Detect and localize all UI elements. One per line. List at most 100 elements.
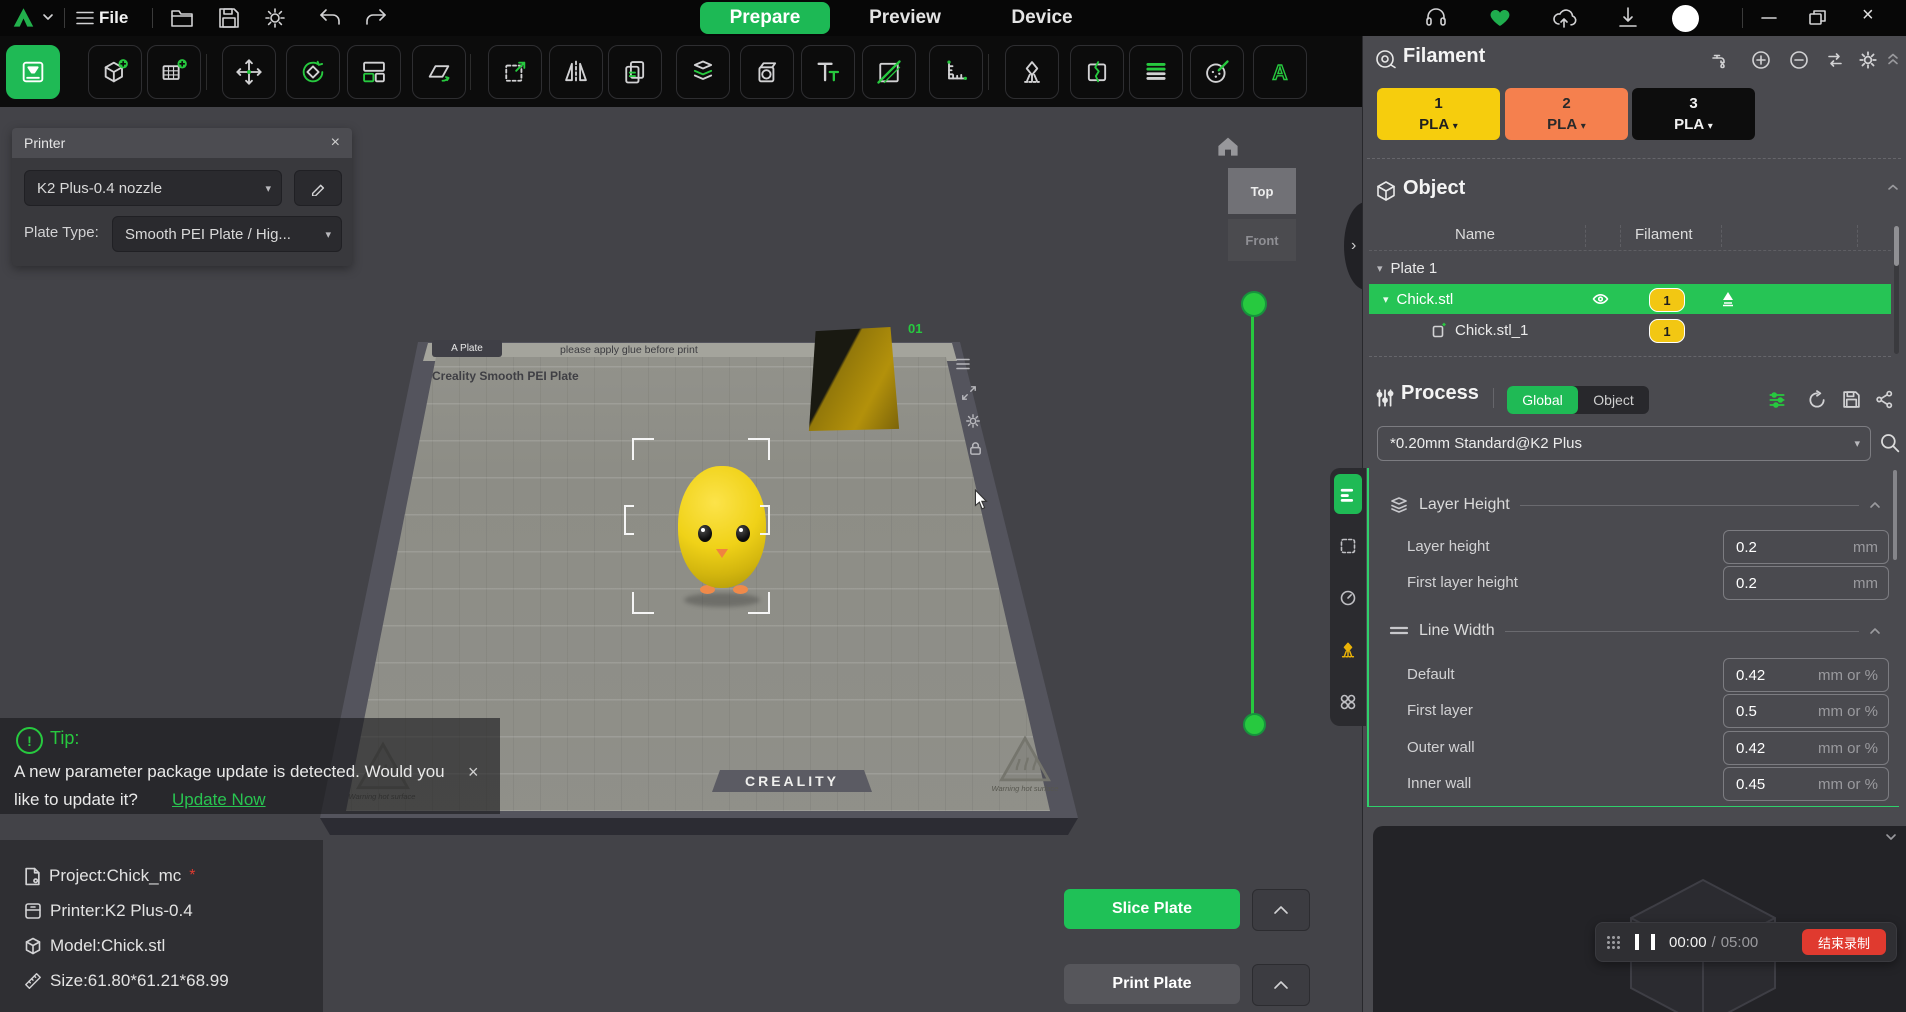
remove-filament-icon[interactable] xyxy=(1789,50,1809,70)
build-plate-tool-icon[interactable] xyxy=(6,45,60,99)
print-plate-button[interactable]: Print Plate xyxy=(1064,964,1240,1004)
tip-close-icon[interactable]: × xyxy=(468,762,479,783)
filament-settings-gear-icon[interactable] xyxy=(1858,50,1878,70)
param-input-first-layer-height[interactable]: 0.2 mm xyxy=(1723,566,1889,600)
object-row-selected[interactable]: ▾ Chick.stl 1 xyxy=(1369,284,1891,314)
plate-settings-gear-icon[interactable] xyxy=(965,413,981,429)
cut-tool-icon[interactable] xyxy=(1070,45,1124,99)
tree-expand-icon[interactable]: ▾ xyxy=(1383,293,1389,306)
filament-collapse-icon[interactable] xyxy=(1887,52,1899,66)
view-cube-front[interactable]: Front xyxy=(1228,219,1296,261)
minimize-button[interactable] xyxy=(1758,8,1780,28)
chick-model[interactable] xyxy=(678,466,766,588)
param-input-first-layer-width[interactable]: 0.5 mm or % xyxy=(1723,694,1889,728)
prime-tower[interactable] xyxy=(806,327,902,431)
lay-on-face-icon[interactable] xyxy=(412,45,466,99)
open-folder-icon[interactable] xyxy=(170,7,194,29)
group-layer-height[interactable]: Layer Height xyxy=(1389,496,1881,514)
group-line-width[interactable]: Line Width xyxy=(1389,622,1881,640)
swap-filament-icon[interactable] xyxy=(1825,50,1845,70)
drill-hole-icon[interactable] xyxy=(740,45,794,99)
scope-object-tab[interactable]: Object xyxy=(1578,386,1649,414)
add-plate-icon[interactable] xyxy=(147,45,201,99)
tree-expand-icon[interactable]: ▾ xyxy=(1377,262,1383,275)
3d-viewport[interactable]: A Plate please apply glue before print C… xyxy=(0,107,1362,1012)
filament-slot-3[interactable]: 3 PLA ▾ xyxy=(1632,88,1755,140)
plate-menu-icon[interactable] xyxy=(955,357,971,371)
color-paint-icon[interactable] xyxy=(1190,45,1244,99)
preset-select[interactable]: *0.20mm Standard@K2 Plus ▾ xyxy=(1377,426,1871,461)
param-input-inner-wall-width[interactable]: 0.45 mm or % xyxy=(1723,767,1889,801)
object-scrollbar-thumb[interactable] xyxy=(1894,226,1899,266)
drag-handle-dots-icon[interactable] xyxy=(1606,935,1621,950)
paint-tool-icon[interactable] xyxy=(862,45,916,99)
home-view-icon[interactable] xyxy=(1216,135,1240,157)
add-text-icon[interactable] xyxy=(801,45,855,99)
param-input-default-width[interactable]: 0.42 mm or % xyxy=(1723,658,1889,692)
object-scrollbar[interactable] xyxy=(1894,226,1899,354)
restore-button[interactable] xyxy=(1806,8,1828,28)
tune-params-icon[interactable] xyxy=(1767,390,1787,410)
view-cube-top[interactable]: Top xyxy=(1228,168,1296,214)
measure-tool-icon[interactable] xyxy=(929,45,983,99)
category-quality-tab[interactable] xyxy=(1334,474,1362,514)
object-row[interactable]: Chick.stl_1 1 xyxy=(1369,316,1891,344)
edit-printer-button[interactable] xyxy=(294,170,342,206)
object-collapse-icon[interactable] xyxy=(1887,182,1899,192)
params-scrollbar-thumb[interactable] xyxy=(1893,470,1897,560)
flush-options-icon[interactable] xyxy=(1709,50,1729,70)
reset-params-icon[interactable] xyxy=(1807,390,1827,410)
split-tool-icon[interactable] xyxy=(676,45,730,99)
filament-slot-2[interactable]: 2 PLA ▾ xyxy=(1505,88,1628,140)
zoom-slider-bottom-handle[interactable] xyxy=(1243,713,1266,736)
text-shape-icon[interactable]: A xyxy=(1253,45,1307,99)
slice-plate-button[interactable]: Slice Plate xyxy=(1064,889,1240,929)
stop-recording-button[interactable]: 结束录制 xyxy=(1802,929,1886,955)
pause-recording-icon[interactable] xyxy=(1635,934,1655,950)
slice-options-button[interactable] xyxy=(1252,889,1310,931)
download-icon[interactable] xyxy=(1617,6,1639,30)
plate-lock-icon[interactable] xyxy=(968,441,983,456)
add-filament-icon[interactable] xyxy=(1751,50,1771,70)
param-input-outer-wall-width[interactable]: 0.42 mm or % xyxy=(1723,731,1889,765)
redo-icon[interactable] xyxy=(364,8,388,28)
visibility-eye-icon[interactable] xyxy=(1591,291,1610,307)
zoom-slider-track[interactable] xyxy=(1251,303,1254,721)
plate-group-row[interactable]: ▾ Plate 1 xyxy=(1369,254,1891,282)
clone-tool-icon[interactable] xyxy=(608,45,662,99)
cloud-upload-icon[interactable] xyxy=(1551,6,1577,30)
param-input-layer-height[interactable]: 0.2 mm xyxy=(1723,530,1889,564)
auto-arrange-icon[interactable] xyxy=(347,45,401,99)
save-preset-icon[interactable] xyxy=(1842,390,1861,409)
plate-type-select[interactable]: Smooth PEI Plate / Hig... ▾ xyxy=(112,216,342,252)
creality-cloud-heart-icon[interactable] xyxy=(1488,6,1512,30)
tab-preview[interactable]: Preview xyxy=(852,2,958,34)
search-params-icon[interactable] xyxy=(1879,432,1901,454)
printer-panel-close-icon[interactable]: × xyxy=(331,134,340,152)
tab-device[interactable]: Device xyxy=(994,2,1090,34)
hamburger-menu-icon[interactable] xyxy=(76,10,94,26)
logo-chevron-down-icon[interactable] xyxy=(42,12,54,22)
support-tool-icon[interactable] xyxy=(1005,45,1059,99)
category-support-tab[interactable] xyxy=(1334,630,1362,670)
settings-gear-icon[interactable] xyxy=(264,7,286,29)
plate-tab[interactable]: A Plate xyxy=(432,340,502,357)
plate-fit-icon[interactable] xyxy=(961,385,977,401)
filament-assignment-badge[interactable]: 1 xyxy=(1649,288,1685,312)
zoom-slider-top-handle[interactable] xyxy=(1241,291,1267,317)
file-menu[interactable]: File xyxy=(99,8,128,28)
app-logo-icon[interactable] xyxy=(10,5,37,31)
panel-collapse-handle[interactable]: › xyxy=(1344,202,1362,290)
mirror-tool-icon[interactable] xyxy=(549,45,603,99)
nozzle-select[interactable]: K2 Plus-0.4 nozzle ▾ xyxy=(24,170,282,206)
filament-slot-1[interactable]: 1 PLA ▾ xyxy=(1377,88,1500,140)
preview-collapse-icon[interactable] xyxy=(1885,832,1897,842)
update-now-link[interactable]: Update Now xyxy=(172,790,266,810)
save-icon[interactable] xyxy=(218,7,240,29)
print-options-button[interactable] xyxy=(1252,964,1310,1006)
user-avatar[interactable] xyxy=(1672,5,1699,32)
add-model-icon[interactable] xyxy=(88,45,142,99)
support-indicator-icon[interactable] xyxy=(1719,290,1737,308)
tab-prepare[interactable]: Prepare xyxy=(700,2,830,34)
share-preset-icon[interactable] xyxy=(1875,390,1894,409)
